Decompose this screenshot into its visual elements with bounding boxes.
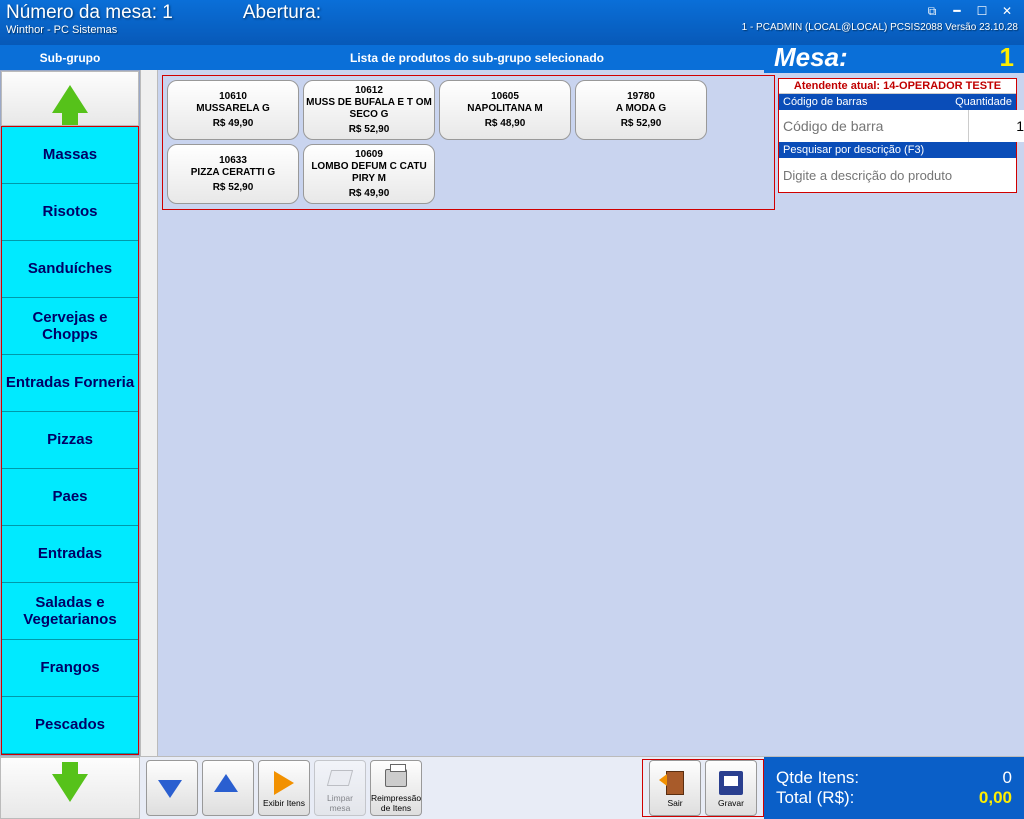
- product-name: MUSSARELA G: [196, 103, 270, 115]
- product-code: 10633: [219, 155, 247, 167]
- product-tile[interactable]: 10633PIZZA CERATTI G R$ 52,90: [167, 144, 299, 204]
- bottom-toolbar: Exibir Itens Limpar mesa Reimpressão de …: [0, 756, 1024, 819]
- gravar-button[interactable]: Gravar: [705, 760, 757, 816]
- save-disk-icon: [719, 771, 743, 795]
- blue-arrow-up-icon: [214, 774, 238, 792]
- arrow-down-icon: [52, 774, 88, 802]
- product-price: R$ 49,90: [213, 118, 254, 130]
- product-code: 10612: [355, 85, 383, 97]
- limpar-mesa-button: Limpar mesa: [314, 760, 366, 816]
- mesa-label: Mesa:: [774, 42, 848, 73]
- orange-arrow-right-icon: [274, 771, 294, 795]
- qtde-itens-value: 0: [1003, 768, 1012, 788]
- app-subtitle: Winthor - PC Sistemas: [6, 24, 321, 36]
- exit-door-icon: [666, 771, 684, 795]
- table-number-label: Número da mesa: 1: [6, 2, 173, 24]
- scroll-down-button[interactable]: [146, 760, 198, 816]
- category-item[interactable]: Risotos: [2, 184, 138, 241]
- status-text: 1 - PCADMIN (LOCAL@LOCAL) PCSIS2088 Vers…: [742, 22, 1018, 33]
- product-code: 10605: [491, 91, 519, 103]
- product-list-header: Lista de produtos do sub-grupo seleciona…: [140, 51, 764, 65]
- products-grid: 10610MUSSARELA G R$ 49,90 10612MUSS DE BUF…: [162, 75, 775, 210]
- total-label: Total (R$):: [776, 788, 854, 808]
- limpar-mesa-label: Limpar mesa: [316, 793, 364, 813]
- product-tile[interactable]: 10605NAPOLITANA M R$ 48,90: [439, 80, 571, 140]
- window-minimize-icon[interactable]: ━: [946, 2, 968, 20]
- category-item[interactable]: Pescados: [2, 697, 138, 754]
- product-name: MUSS DE BUFALA E T OM SECO G: [306, 97, 432, 121]
- gravar-label: Gravar: [718, 798, 744, 808]
- column-headers: Sub-grupo Lista de produtos do sub-grupo…: [0, 45, 1024, 70]
- product-tile[interactable]: 19780A MODA G R$ 52,90: [575, 80, 707, 140]
- attendant-label: Atendente atual: 14-OPERADOR TESTE: [779, 79, 1016, 94]
- product-price: R$ 52,90: [621, 118, 662, 130]
- product-code: 19780: [627, 91, 655, 103]
- category-list: MassasRisotosSanduíchesCervejas e Chopps…: [1, 126, 139, 755]
- product-code: 10610: [219, 91, 247, 103]
- exibir-itens-label: Exibir Itens: [263, 798, 305, 808]
- blue-arrow-down-icon: [158, 780, 182, 798]
- abertura-label: Abertura:: [243, 2, 321, 24]
- category-item[interactable]: Entradas Forneria: [2, 355, 138, 412]
- barcode-header: Código de barras: [783, 96, 867, 108]
- mesa-number: 1: [1000, 42, 1014, 73]
- title-bar: Número da mesa: 1 Abertura: Winthor - PC…: [0, 0, 1024, 45]
- window-maximize-icon[interactable]: ☐: [971, 2, 993, 20]
- category-item[interactable]: Saladas e Vegetarianos: [2, 583, 138, 640]
- product-search-input[interactable]: [779, 158, 1016, 192]
- category-sidebar: MassasRisotosSanduíchesCervejas e Chopps…: [0, 70, 140, 756]
- subgroup-header: Sub-grupo: [0, 51, 140, 65]
- scroll-up-button[interactable]: [202, 760, 254, 816]
- product-price: R$ 49,90: [349, 188, 390, 200]
- category-scroll-down-button[interactable]: [0, 757, 140, 819]
- sidebar-scrollbar[interactable]: [140, 70, 158, 756]
- totals-panel: Qtde Itens: 0 Total (R$): 0,00: [764, 757, 1024, 819]
- product-price: R$ 52,90: [349, 124, 390, 136]
- product-name: PIZZA CERATTI G: [191, 167, 275, 179]
- printer-icon: [385, 769, 407, 787]
- category-item[interactable]: Pizzas: [2, 412, 138, 469]
- total-value: 0,00: [979, 788, 1012, 808]
- window-restore-down-icon[interactable]: ⧉: [921, 2, 943, 20]
- qtde-itens-label: Qtde Itens:: [776, 768, 859, 788]
- product-name: NAPOLITANA M: [467, 103, 543, 115]
- category-item[interactable]: Massas: [2, 127, 138, 184]
- product-name: LOMBO DEFUM C CATU PIRY M: [306, 161, 432, 185]
- reimpressao-label: Reimpressão de Itens: [371, 793, 421, 813]
- category-item[interactable]: Paes: [2, 469, 138, 526]
- products-area: 10610MUSSARELA G R$ 49,90 10612MUSS DE BUF…: [158, 70, 1024, 756]
- category-item[interactable]: Frangos: [2, 640, 138, 697]
- product-tile[interactable]: 10610MUSSARELA G R$ 49,90: [167, 80, 299, 140]
- quantity-input[interactable]: [968, 110, 1024, 142]
- product-code: 10609: [355, 149, 383, 161]
- arrow-up-icon: [52, 85, 88, 113]
- window-close-icon[interactable]: ✕: [996, 2, 1018, 20]
- exibir-itens-button[interactable]: Exibir Itens: [258, 760, 310, 816]
- search-header: Pesquisar por descrição (F3): [779, 142, 1016, 158]
- product-tile[interactable]: 10609LOMBO DEFUM C CATU PIRY M R$ 49,90: [303, 144, 435, 204]
- product-price: R$ 52,90: [213, 182, 254, 194]
- category-item[interactable]: Entradas: [2, 526, 138, 583]
- barcode-input[interactable]: [779, 110, 968, 142]
- reimpressao-button[interactable]: Reimpressão de Itens: [370, 760, 422, 816]
- mesa-indicator: Mesa: 1: [764, 42, 1024, 73]
- category-item[interactable]: Cervejas e Chopps: [2, 298, 138, 355]
- eraser-icon: [327, 770, 353, 786]
- qty-header: Quantidade: [955, 96, 1012, 108]
- sair-button[interactable]: Sair: [649, 760, 701, 816]
- sair-label: Sair: [667, 798, 682, 808]
- product-tile[interactable]: 10612MUSS DE BUFALA E T OM SECO G R$ 52,9…: [303, 80, 435, 140]
- category-item[interactable]: Sanduíches: [2, 241, 138, 298]
- product-name: A MODA G: [616, 103, 666, 115]
- product-price: R$ 48,90: [485, 118, 526, 130]
- right-input-panel: Atendente atual: 14-OPERADOR TESTE Códig…: [775, 75, 1020, 751]
- category-scroll-up-button[interactable]: [1, 71, 139, 126]
